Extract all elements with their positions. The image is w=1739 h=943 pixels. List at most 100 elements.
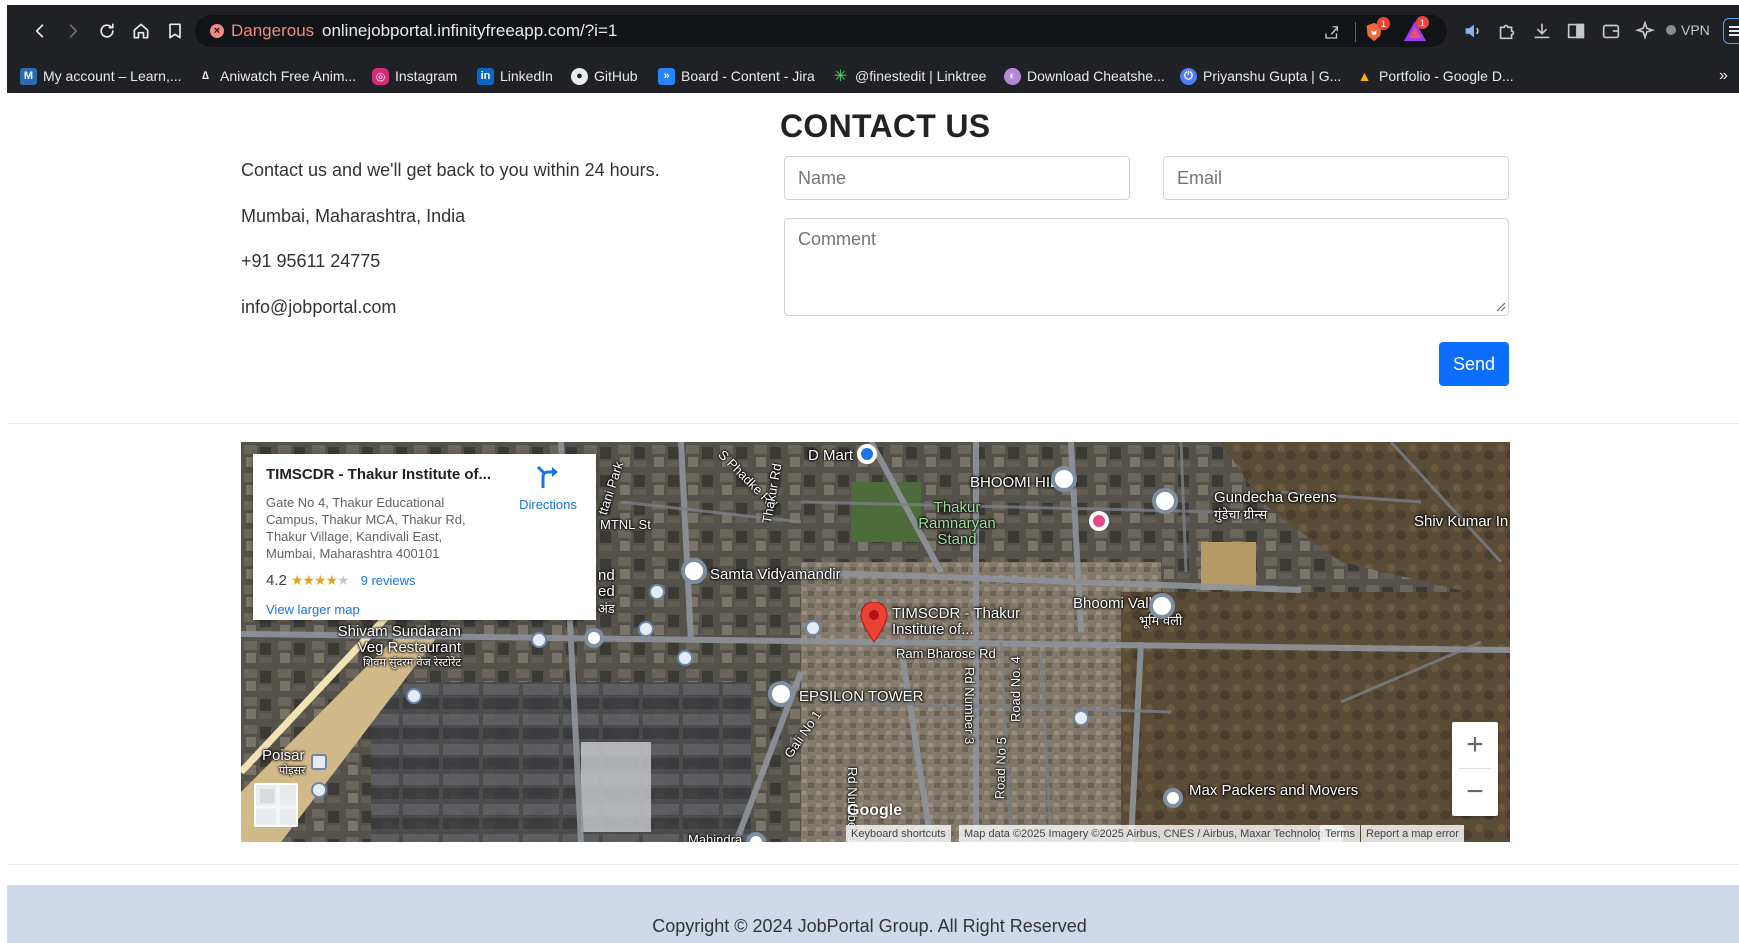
bus-stop-icon[interactable] [805,620,821,636]
send-button[interactable]: Send [1439,342,1509,386]
bus-stop-icon[interactable] [531,632,547,648]
google-logo: Google [847,802,903,819]
map-thumbnail-icon [256,785,296,825]
bookmark-item[interactable]: ✳ @finestedit | Linktree [832,66,987,86]
contact-intro: Contact us and we'll get back to you wit… [241,160,660,180]
view-larger-map-link[interactable]: View larger map [266,602,360,617]
poi-marker[interactable] [681,558,707,584]
back-button[interactable] [27,18,53,44]
bus-stop-icon[interactable] [638,621,654,637]
resize-grip-icon[interactable] [1494,300,1506,312]
bookmark-item[interactable]: ◎ Instagram [372,66,457,86]
browser-menu-button[interactable] [1723,18,1739,44]
comment-textarea[interactable] [784,218,1509,316]
bookmark-label: Board - Content - Jira [681,68,815,84]
google-map-embed[interactable]: D Mart BHOOMI HILLS Gundecha Greens गुंड… [241,442,1510,842]
cheatsheet-icon: ◐ [1004,67,1021,85]
location-pin-icon[interactable] [860,602,888,642]
browser-toolbar: × Dangerous onlinejobportal.infinityfree… [7,5,1739,55]
map-label-max-packers: Max Packers and Movers [1189,782,1359,799]
vpn-button[interactable]: VPN [1666,19,1710,41]
map-label-timscdr: TIMSCDR - Thakur Institute of... [892,605,1021,638]
bus-stop-icon[interactable] [406,688,422,704]
rating-value: 4.2 [266,572,287,589]
map-label-poisar: Poisar [262,747,305,764]
bookmarks-bar: M My account – Learn,... ∆ Aniwatch Free… [7,57,1739,93]
email-input[interactable] [1163,156,1509,200]
bookmark-label: Portfolio - Google D... [1379,68,1514,84]
bus-stop-icon[interactable] [677,650,693,666]
danger-icon: × [210,24,224,38]
poi-marker[interactable] [1163,788,1183,808]
bookmark-item[interactable]: ▲ Portfolio - Google D... [1356,66,1514,86]
security-indicator[interactable]: × Dangerous [210,21,314,41]
bookmark-item[interactable]: ⏻ Priyanshu Gupta | G... [1180,66,1341,86]
zoom-out-button[interactable]: − [1452,769,1498,815]
address-bar[interactable]: × Dangerous onlinejobportal.infinityfree… [195,15,1447,47]
forward-arrow-icon [69,24,78,38]
map-data-attribution: Map data ©2025 Imagery ©2025 Airbus, CNE… [959,825,1343,842]
map-label-rdno4: Road No. 4 [1008,656,1023,722]
page-title: CONTACT US [780,108,991,144]
place-name[interactable]: TIMSCDR - Thakur Institute of... [266,466,501,483]
bookmark-label: My account – Learn,... [43,68,182,84]
map-terms-link[interactable]: Terms [1320,825,1360,842]
map-label-nd: nd [598,567,615,584]
bus-stop-icon[interactable] [649,584,665,600]
map-label-mtnl: MTNL St [600,517,651,532]
home-button[interactable] [128,18,154,44]
rating-stars-icon: ★★★★★ [290,572,350,588]
reload-button[interactable] [94,18,120,44]
poi-marker[interactable] [1051,466,1077,492]
zoom-control: + − [1452,722,1498,816]
brave-shields-button[interactable]: 1 [1363,17,1390,44]
bookmark-item[interactable]: in LinkedIn [477,66,553,86]
zoom-in-button[interactable]: + [1452,722,1498,768]
bookmarks-overflow-icon[interactable]: » [1719,67,1728,85]
bookmark-label: Instagram [395,68,458,84]
keyboard-shortcuts-link[interactable]: Keyboard shortcuts [846,825,951,842]
bookmark-button[interactable] [162,18,188,44]
share-button[interactable] [1323,23,1341,41]
bookmark-item[interactable]: M My account – Learn,... [20,66,182,86]
bookmark-label: Aniwatch Free Anim... [220,68,357,84]
bus-stop-icon[interactable] [311,782,327,798]
poi-marker[interactable] [1152,488,1178,514]
downloads-button[interactable] [1531,20,1553,42]
reviews-link[interactable]: 9 reviews [361,573,416,588]
bookmark-item[interactable]: ● GitHub [571,66,638,86]
bookmark-item[interactable]: ◐ Download Cheatshe... [1004,66,1165,86]
event-venue-icon[interactable] [1089,511,1109,531]
map-label-dmart: D Mart [808,447,853,464]
url-text[interactable]: onlinejobportal.infinityfreeapp.com/?i=1 [322,21,617,41]
poi-marker[interactable] [768,681,794,707]
brave-rewards-button[interactable]: 1 [1403,16,1429,42]
directions-button[interactable]: Directions [513,464,583,512]
bookmark-item[interactable]: » Board - Content - Jira [658,66,815,86]
poi-marker[interactable] [1149,593,1175,619]
name-input[interactable] [784,156,1130,200]
map-label-poisar-hi: पोइसर [279,765,306,777]
wallet-button[interactable] [1600,20,1622,42]
extensions-button[interactable] [1496,20,1518,42]
bus-stop-icon[interactable] [1073,710,1089,726]
report-map-error-link[interactable]: Report a map error [1361,825,1464,842]
bookmark-item[interactable]: ∆ Aniwatch Free Anim... [197,66,356,86]
map-label-hind: अंड [598,601,615,616]
back-arrow-icon [35,24,44,38]
poi-marker[interactable] [584,628,604,648]
forward-button[interactable] [60,18,86,44]
account-icon: M [20,67,37,85]
leo-ai-button[interactable] [1634,20,1656,42]
shopping-cart-icon[interactable] [857,444,877,464]
map-layer-toggle-button[interactable] [254,783,298,827]
power-icon: ⏻ [1180,67,1197,85]
download-icon [1534,23,1550,39]
map-label-shivam-hi: शिवम सुंदरम वेज रेस्टोरेंट [362,657,461,669]
reload-icon [100,23,114,38]
sidebar-toggle-button[interactable] [1565,20,1587,42]
media-button[interactable] [1462,20,1484,42]
place-info-card: TIMSCDR - Thakur Institute of... Gate No… [253,454,596,620]
metro-station-icon[interactable] [311,754,327,770]
directions-label: Directions [519,497,577,512]
